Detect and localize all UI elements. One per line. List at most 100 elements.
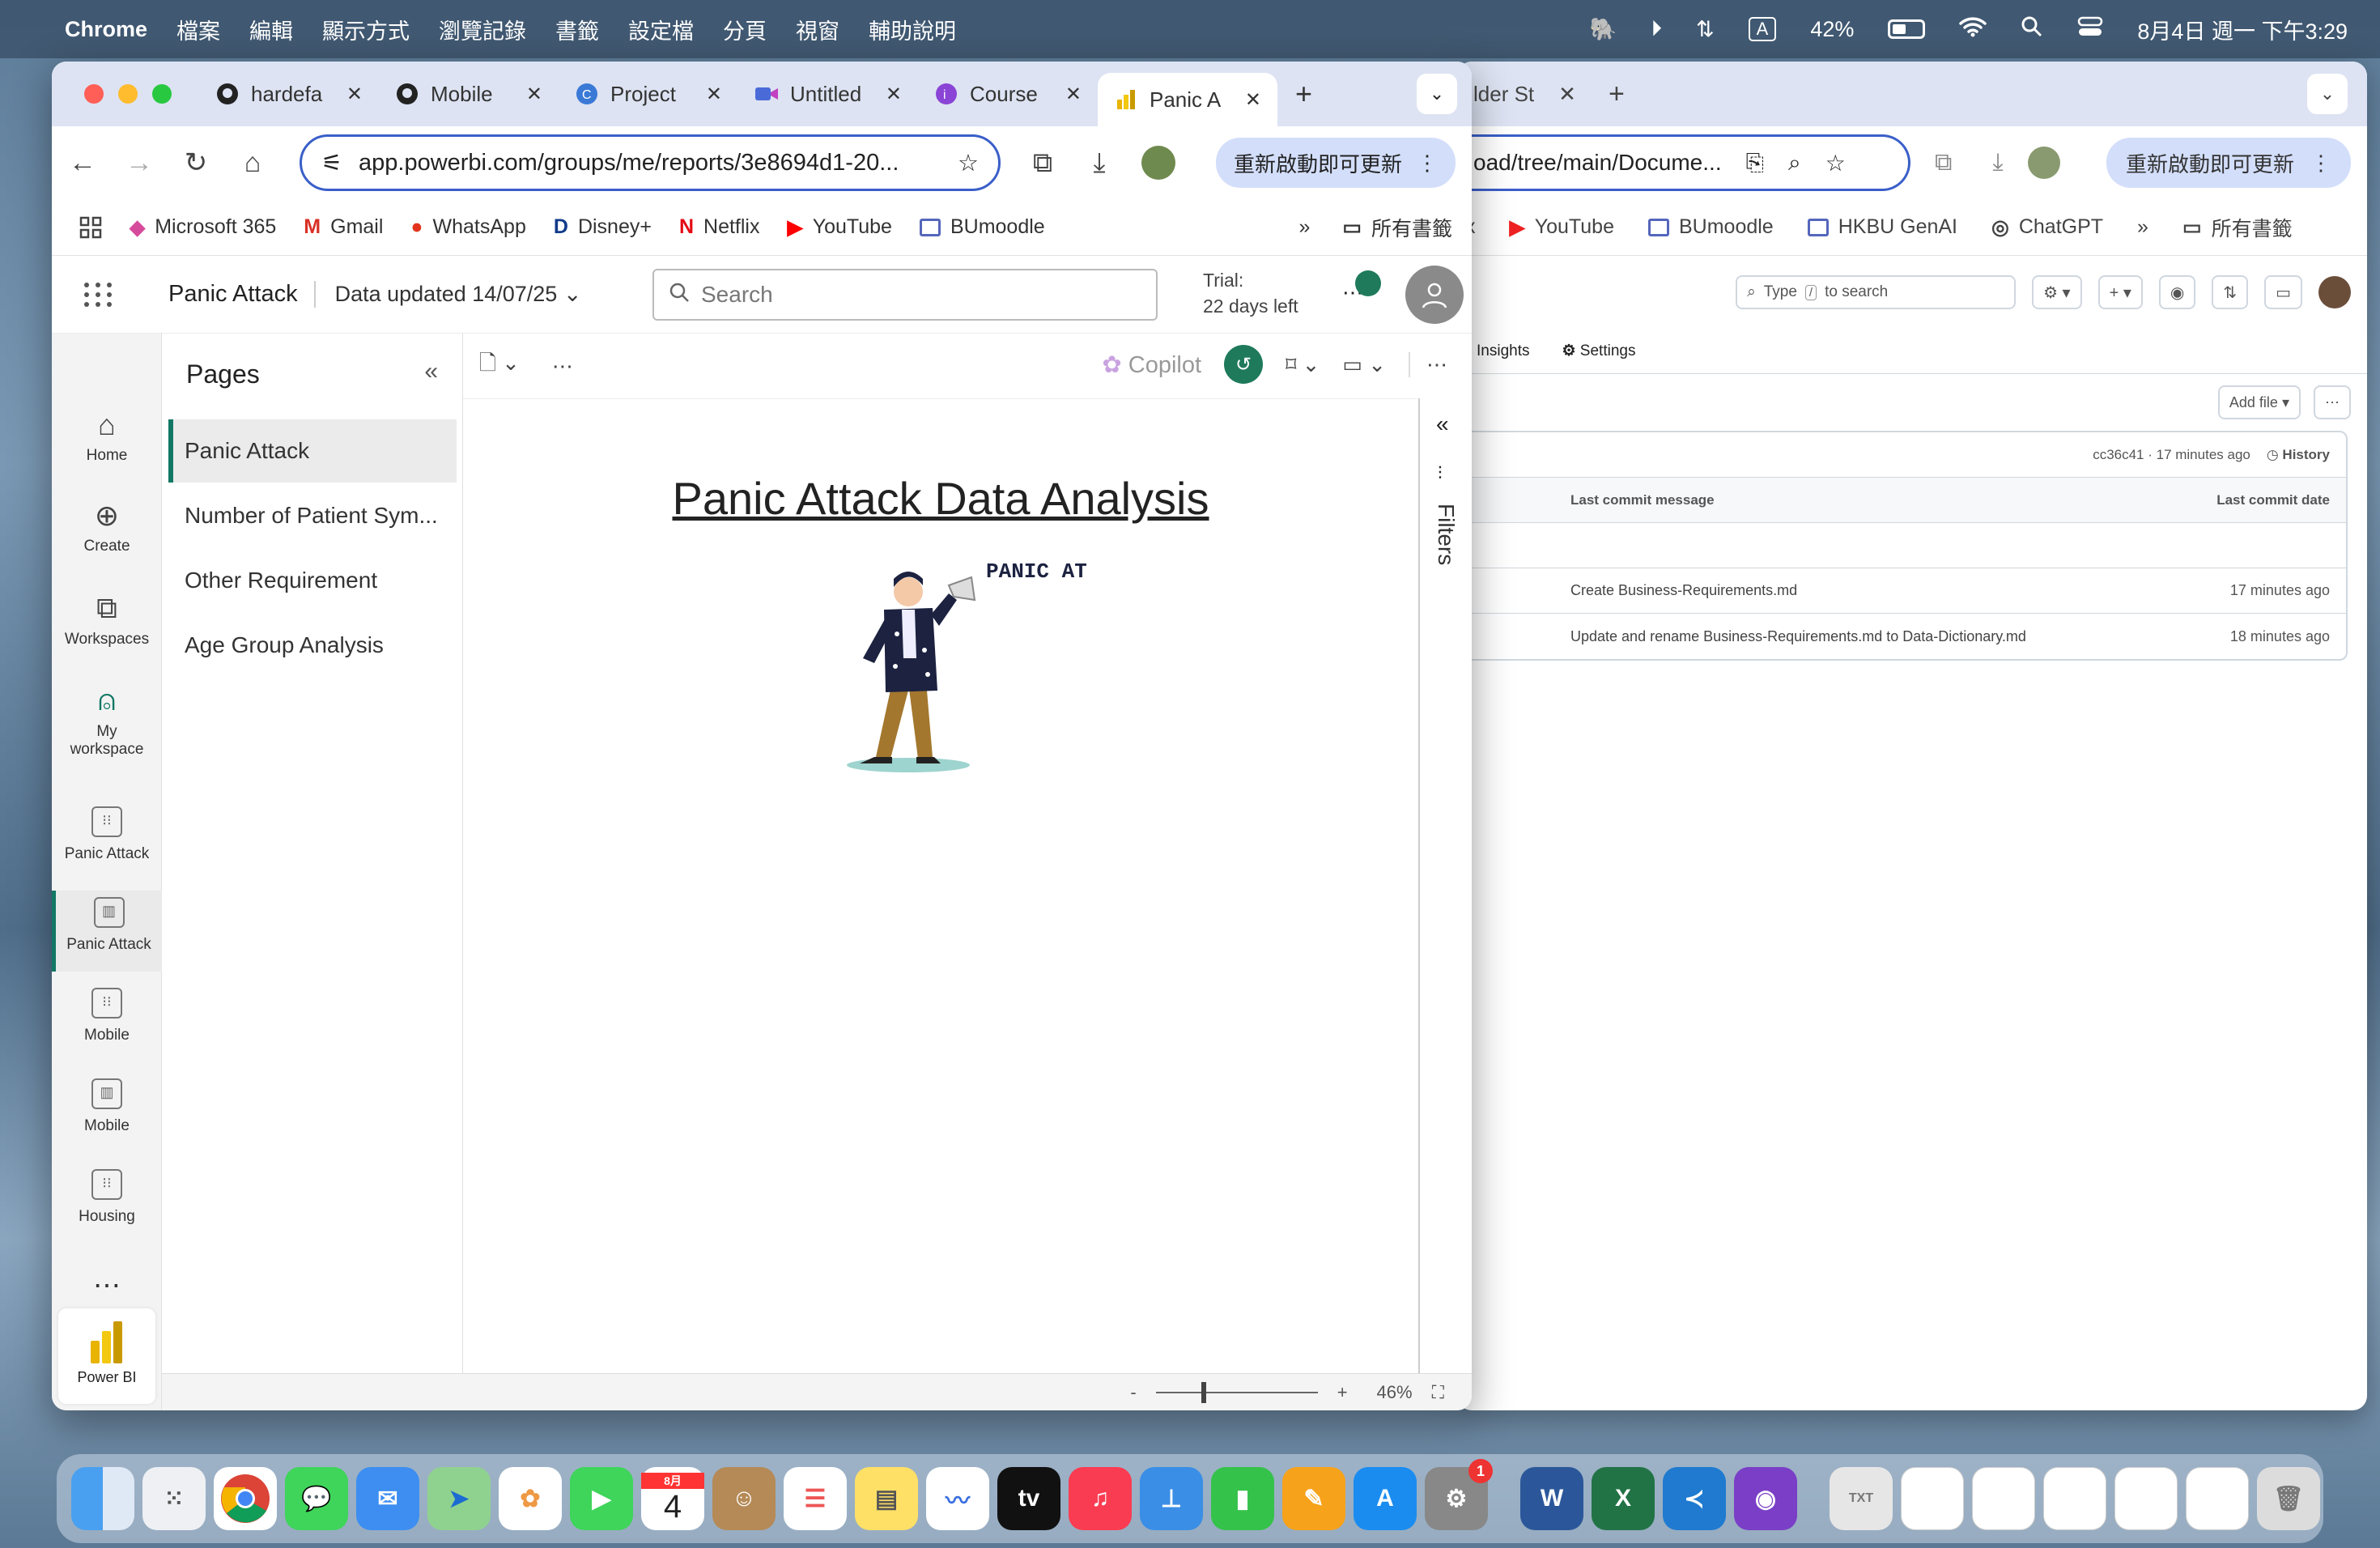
calendar-icon[interactable]: 8月 4 (641, 1467, 704, 1530)
maps-icon[interactable]: ➤ (427, 1467, 491, 1530)
messages-icon[interactable]: 💬 (285, 1467, 348, 1530)
tab-close-icon[interactable]: ✕ (886, 83, 902, 106)
bg-tab-close-icon[interactable]: ✕ (1558, 82, 1576, 107)
zoom-out-button[interactable]: - (1130, 1382, 1136, 1403)
nav-workspaces[interactable]: ⧉ Workspaces (52, 591, 162, 649)
page-item[interactable]: Age Group Analysis (168, 614, 457, 677)
elephant-icon[interactable]: 🐘 (1590, 16, 1617, 42)
trash-icon[interactable]: 🗑 (2257, 1467, 2320, 1530)
bg-profile-avatar[interactable] (2027, 147, 2060, 179)
word-icon[interactable]: W (1520, 1467, 1583, 1530)
appletv-icon[interactable]: tv (997, 1467, 1060, 1530)
menu-bookmarks[interactable]: 書籤 (555, 14, 599, 45)
facetime-icon[interactable]: ▶ (570, 1467, 633, 1530)
bookmark-star-icon[interactable]: ☆ (958, 149, 979, 177)
nav-home[interactable]: ⌂ Home (52, 408, 162, 465)
recent-file-icon[interactable]: TXT (1830, 1467, 1893, 1530)
expand-filters-icon[interactable]: « (1436, 411, 1449, 437)
keynote-icon[interactable]: ⊥ (1140, 1467, 1203, 1530)
tab-panic-attack-active[interactable]: Panic A ✕ (1098, 73, 1277, 126)
site-info-icon[interactable]: ⚟ (321, 149, 342, 177)
bookmark-youtube[interactable]: ▶ YouTube (787, 215, 891, 240)
tab-project[interactable]: C Project ✕ (559, 62, 738, 126)
numbers-icon[interactable]: ▮ (1211, 1467, 1274, 1530)
file-menu-icon[interactable]: 🗋 ⌄ (479, 348, 520, 384)
forward-arrow-icon[interactable]: → (125, 147, 154, 179)
tab-course[interactable]: i Course ✕ (918, 62, 1098, 126)
zoom-slider-handle[interactable] (1201, 1381, 1206, 1403)
more-options-icon[interactable]: ⋯ (2314, 385, 2351, 419)
photos-icon[interactable]: ✿ (499, 1467, 562, 1530)
back-arrow-icon[interactable]: ← (68, 147, 97, 179)
tab-close-icon[interactable]: ✕ (1065, 83, 1082, 106)
nav-panic-attack-selected[interactable]: ▥ Panic Attack (52, 891, 162, 972)
zoom-in-button[interactable]: + (1337, 1382, 1348, 1403)
table-row[interactable] (1457, 523, 2346, 568)
search-input[interactable]: Search (652, 269, 1158, 321)
menu-history[interactable]: 瀏覽記錄 (439, 14, 526, 45)
issues-icon[interactable]: ◉ (2158, 275, 2196, 309)
freeform-icon[interactable]: 〰 (926, 1467, 989, 1530)
nav-more-icon[interactable]: ⋯ (52, 1269, 162, 1302)
recent-window-thumbnail[interactable] (2186, 1467, 2249, 1530)
tab-close-icon[interactable]: ✕ (346, 83, 363, 106)
bg-new-tab-icon[interactable]: + (1609, 79, 1625, 110)
bookmark-netflix[interactable]: N Netflix (679, 215, 760, 239)
notes-icon[interactable]: ▤ (855, 1467, 918, 1530)
commit-message[interactable]: Create Business-Requirements.md (1570, 582, 1797, 599)
data-updated-dropdown[interactable]: Data updated 14/07/25 ⌄ (335, 282, 582, 307)
background-browser-window[interactable]: lder St ✕ + ⌄ oad/tree/main/Docume... ⎘ … (1457, 62, 2367, 1410)
view-icon[interactable]: ▭ ⌄ (1342, 352, 1386, 377)
wifi-icon[interactable] (1959, 16, 1987, 43)
bookmark-whatsapp[interactable]: ● WhatsApp (410, 215, 525, 239)
nav-create[interactable]: ⊕ Create (52, 499, 162, 555)
extensions-icon[interactable]: ⧉ (1028, 147, 1057, 179)
finder-icon[interactable] (71, 1467, 134, 1530)
bg-all-bookmarks[interactable]: ▭ 所有書籤 (2182, 213, 2293, 242)
chrome-window[interactable]: hardefa ✕ Mobile ✕ C Project ✕ Untitled … (52, 62, 1472, 1410)
commit-info[interactable]: cc36c41 · 17 minutes ago (2093, 447, 2250, 463)
recent-window-thumbnail[interactable] (2114, 1467, 2178, 1530)
table-row[interactable]: Update and rename Business-Requirements.… (1457, 614, 2346, 659)
create-new-icon[interactable]: + ▾ (2097, 275, 2143, 309)
tab-search-chevron-icon[interactable]: ⌄ (1417, 74, 1457, 114)
music-icon[interactable]: ♫ (1069, 1467, 1132, 1530)
recent-window-thumbnail[interactable] (1972, 1467, 2035, 1530)
commit-message[interactable]: Update and rename Business-Requirements.… (1570, 628, 2026, 645)
new-tab-icon[interactable]: + (1295, 77, 1312, 111)
app-launcher-icon[interactable] (84, 282, 136, 307)
menu-clock[interactable]: 8月4日 週一 下午3:29 (2137, 14, 2348, 45)
menu-tab[interactable]: 分頁 (723, 14, 767, 45)
vscode-icon[interactable]: ≺ (1663, 1467, 1726, 1530)
tab-untitled[interactable]: Untitled ✕ (738, 62, 918, 126)
bg-bookmarks-overflow-icon[interactable]: » (2137, 215, 2148, 239)
menu-file[interactable]: 檔案 (176, 14, 220, 45)
bookmark-icon[interactable]: ⌑ ⌄ (1286, 352, 1320, 377)
collapse-pages-icon[interactable]: « (424, 358, 438, 385)
apps-grid-icon[interactable] (79, 216, 102, 239)
page-item[interactable]: Panic Attack (168, 419, 457, 483)
bookmark-bumoodle[interactable]: BUmoodle (919, 215, 1045, 239)
zoom-slider[interactable] (1155, 1381, 1318, 1403)
chrome-icon[interactable] (214, 1467, 277, 1530)
bg-tab-search-chevron-icon[interactable]: ⌄ (2307, 74, 2348, 114)
input-source-icon[interactable]: A (1748, 17, 1777, 41)
bookmark-microsoft365[interactable]: ◆ Microsoft 365 (130, 215, 276, 240)
notification-status-icon[interactable] (1355, 270, 1381, 296)
menu-view[interactable]: 顯示方式 (322, 14, 410, 45)
bg-url-field[interactable]: oad/tree/main/Docume... ⎘ ⌕ ☆ (1457, 134, 1910, 191)
copilot-button[interactable]: ✿ Copilot (1102, 351, 1201, 379)
bookmark-gmail[interactable]: M Gmail (304, 215, 383, 239)
toolbar-more-icon[interactable]: ⋯ (552, 354, 573, 379)
home-icon[interactable]: ⌂ (238, 147, 267, 179)
bg-update-button[interactable]: 重新啟動即可更新 ⋮ (2106, 138, 2351, 188)
bg-extensions-icon[interactable]: ⧉ (1935, 149, 1952, 176)
menu-window[interactable]: 視窗 (796, 14, 839, 45)
reminders-icon[interactable]: ☰ (784, 1467, 847, 1530)
launchpad-icon[interactable]: ⁙ (142, 1467, 206, 1530)
tab-close-icon[interactable]: ✕ (1245, 88, 1261, 112)
pull-requests-icon[interactable]: ⇅ (2212, 275, 2249, 309)
all-bookmarks[interactable]: ▭ 所有書籤 (1342, 213, 1452, 242)
bg-zoom-icon[interactable]: ⌕ (1788, 150, 1801, 176)
profile-avatar[interactable] (1141, 146, 1175, 180)
